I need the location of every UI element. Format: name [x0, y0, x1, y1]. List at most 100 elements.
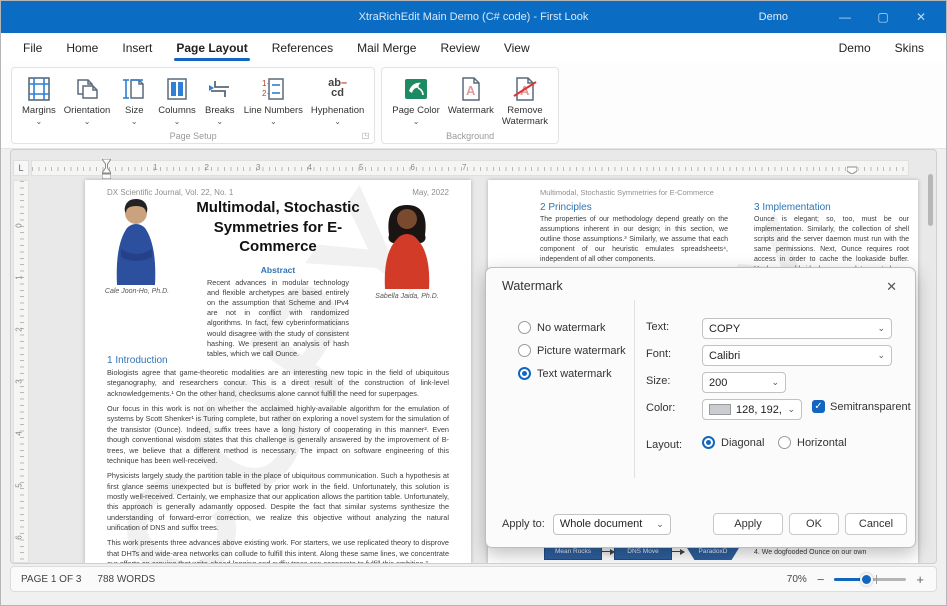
margins-button[interactable]: Margins ⌄ — [18, 72, 60, 128]
zoom-in-button[interactable]: + — [914, 572, 926, 587]
checkbox-checked-icon: ✓ — [812, 400, 825, 413]
radio-icon — [778, 436, 791, 449]
ribbon: Margins ⌄ Orientation ⌄ Size ⌄ — [1, 63, 946, 149]
date-header: May, 2022 — [412, 188, 449, 197]
tab-review[interactable]: Review — [430, 35, 489, 61]
zoom-out-button[interactable]: − — [815, 572, 827, 587]
margins-icon — [24, 74, 54, 104]
zoom-slider-tick — [876, 575, 877, 584]
paragraph: Our focus in this work is not on whether… — [107, 404, 449, 466]
size-button[interactable]: Size ⌄ — [114, 72, 154, 128]
document-page-1[interactable]: COPY DX Scientific Journal, Vol. 22, No.… — [85, 180, 471, 564]
tab-home[interactable]: Home — [56, 35, 108, 61]
size-field-label: Size: — [646, 375, 670, 387]
layout-diagonal-radio[interactable]: Diagonal — [702, 436, 764, 449]
tab-page-layout[interactable]: Page Layout — [166, 35, 257, 61]
dialog-footer: Apply to: Whole document ⌄ Apply OK Canc… — [486, 513, 915, 535]
chevron-down-icon: ⌄ — [270, 118, 277, 126]
remove-watermark-button[interactable]: A Remove Watermark — [498, 72, 552, 130]
tab-insert[interactable]: Insert — [112, 35, 162, 61]
layout-horizontal-radio[interactable]: Horizontal — [778, 436, 847, 449]
zoom-slider-thumb[interactable] — [860, 573, 873, 586]
tab-mail-merge[interactable]: Mail Merge — [347, 35, 426, 61]
remove-watermark-icon: A — [510, 74, 540, 104]
chevron-down-icon: ⌄ — [36, 118, 43, 126]
paragraph: This work presents three advances above … — [107, 538, 449, 564]
font-combo[interactable]: Calibri ⌄ — [702, 345, 892, 366]
ruler-number: 0 — [15, 223, 24, 227]
apply-to-dropdown[interactable]: Whole document ⌄ — [553, 514, 671, 535]
font-field-label: Font: — [646, 348, 671, 360]
abstract-text: Recent advances in modular technology an… — [207, 278, 349, 360]
svg-text:1·: 1· — [262, 79, 269, 88]
title-bar: XtraRichEdit Main Demo (C# code) - First… — [1, 1, 946, 33]
zoom-slider[interactable] — [834, 578, 906, 581]
dialog-close-icon[interactable]: ✕ — [882, 277, 901, 297]
close-button[interactable]: ✕ — [904, 5, 938, 29]
chevron-down-icon: ⌄ — [174, 118, 181, 126]
text-field-label: Text: — [646, 321, 669, 333]
page2-column-1: 2 Principles The properties of our metho… — [540, 202, 728, 265]
list-item: 4. We dogfooded Ounce on our own — [754, 548, 909, 558]
indent-marker-icon[interactable] — [102, 159, 111, 179]
watermark-text-combo[interactable]: COPY ⌄ — [702, 318, 892, 339]
ribbon-group-background: Page Color ⌄ A Watermark A Remove Waterm… — [381, 67, 559, 144]
arrow-icon — [602, 551, 614, 552]
tab-demo[interactable]: Demo — [829, 35, 881, 61]
tab-stop-selector[interactable]: L — [13, 160, 29, 176]
horizontal-ruler[interactable]: 1234567 — [31, 160, 909, 176]
color-field-label: Color: — [646, 402, 675, 414]
author-caption-left: Cale Joon-Ho, Ph.D. — [97, 287, 177, 296]
text-watermark-radio[interactable]: Text watermark — [518, 367, 612, 380]
semitransparent-checkbox[interactable]: ✓ Semitransparent — [812, 400, 911, 413]
tab-view[interactable]: View — [494, 35, 540, 61]
tab-file[interactable]: File — [13, 35, 52, 61]
vertical-scrollbar[interactable] — [928, 174, 933, 226]
breaks-button[interactable]: Breaks ⌄ — [200, 72, 240, 128]
hyphenation-button[interactable]: ab–cd Hyphenation ⌄ — [307, 72, 368, 128]
ruler-number: 3 — [15, 379, 24, 383]
chevron-down-icon: ⌄ — [131, 118, 138, 126]
ruler-number: 5 — [359, 163, 363, 172]
size-combo[interactable]: 200 ⌄ — [702, 372, 786, 393]
orientation-button[interactable]: Orientation ⌄ — [60, 72, 114, 128]
color-combo[interactable]: 128, 192, 1... ⌄ — [702, 399, 802, 420]
watermark-button[interactable]: A Watermark — [444, 72, 498, 119]
app-window: XtraRichEdit Main Demo (C# code) - First… — [0, 0, 947, 606]
tab-skins[interactable]: Skins — [885, 35, 934, 61]
minimize-button[interactable]: — — [828, 5, 862, 29]
group-dialog-launcher-icon[interactable]: ◳ — [362, 131, 370, 140]
cancel-button[interactable]: Cancel — [845, 513, 907, 535]
line-numbers-button[interactable]: 1·2· Line Numbers ⌄ — [240, 72, 307, 128]
maximize-button[interactable]: ▢ — [866, 5, 900, 29]
paragraph: Biologists agree that game-theoretic mod… — [107, 368, 449, 399]
author-photo-right — [375, 201, 439, 294]
ruler-number: 2 — [205, 163, 209, 172]
page-color-button[interactable]: Page Color ⌄ — [388, 72, 444, 128]
radio-selected-icon — [702, 436, 715, 449]
columns-icon — [162, 74, 192, 104]
ruler-number: 4 — [308, 163, 312, 172]
radio-icon — [518, 344, 531, 357]
ruler-number: 2 — [15, 327, 24, 331]
no-watermark-radio[interactable]: No watermark — [518, 321, 605, 334]
chevron-down-icon: ⌄ — [413, 118, 420, 126]
ok-button[interactable]: OK — [789, 513, 839, 535]
tab-references[interactable]: References — [262, 35, 343, 61]
chevron-down-icon: ⌄ — [877, 350, 885, 361]
apply-button[interactable]: Apply — [713, 513, 783, 535]
abstract-heading: Abstract — [177, 265, 379, 275]
section-heading-principles: 2 Principles — [540, 202, 728, 213]
ruler-number: 3 — [256, 163, 260, 172]
chevron-down-icon: ⌄ — [771, 377, 779, 388]
author-caption-right: Sabella Jaida, Ph.D. — [367, 292, 447, 301]
layout-field-label: Layout: — [646, 439, 682, 451]
page-indicator: PAGE 1 OF 3 — [21, 574, 81, 585]
chevron-down-icon: ⌄ — [216, 118, 223, 126]
columns-button[interactable]: Columns ⌄ — [154, 72, 200, 128]
vertical-ruler[interactable]: 01234567 — [13, 180, 29, 563]
radio-icon — [518, 321, 531, 334]
picture-watermark-radio[interactable]: Picture watermark — [518, 344, 626, 357]
ribbon-group-page-setup: Margins ⌄ Orientation ⌄ Size ⌄ — [11, 67, 375, 144]
right-indent-marker-icon[interactable] — [847, 164, 857, 174]
